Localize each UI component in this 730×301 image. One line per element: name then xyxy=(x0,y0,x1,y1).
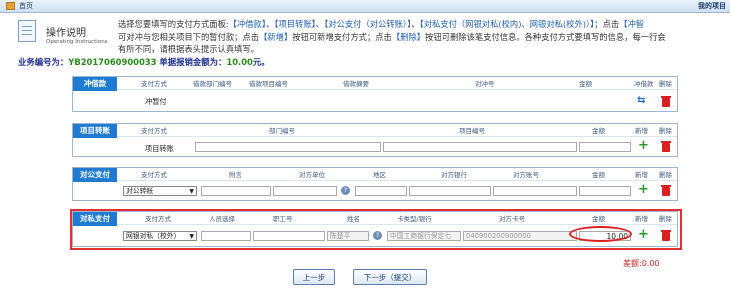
col-header: 借款项目编号 xyxy=(249,80,288,88)
home-tab[interactable]: 首页 xyxy=(6,1,33,11)
col-header: 借款部门编号 xyxy=(193,80,232,88)
col-header: 新增 xyxy=(635,171,648,179)
instruction-title: 操作说明 xyxy=(46,28,86,39)
document-icon xyxy=(18,20,36,42)
col-header: 新增 xyxy=(635,127,648,135)
loan-method: 冲暂付 xyxy=(145,97,167,106)
my-projects-link[interactable]: 我的项目 xyxy=(698,1,726,11)
delete-icon[interactable] xyxy=(661,141,671,152)
corporate-payment-section: 对公支付 支付方式 附言 对方单位 地区 对方银行 对方账号 金额 新增 删除 … xyxy=(72,167,678,201)
col-header: 对方账号 xyxy=(513,171,539,179)
prev-step-button[interactable]: 上一步 xyxy=(293,269,335,285)
account-input[interactable] xyxy=(493,186,577,196)
col-header: 对冲号 xyxy=(475,80,495,88)
instruction-text: 选择您要填写的支付方式面板:【冲借款】、【项目转账】、【对公支付（对公转账）】、… xyxy=(118,19,666,54)
corporate-section-label: 对公支付 xyxy=(73,168,117,182)
col-header: 附言 xyxy=(229,171,242,179)
col-header: 部门编号 xyxy=(269,127,295,135)
col-header: 借款摘要 xyxy=(343,80,369,88)
business-info: 业务编号为：YB2017060900033 单据报销金额为：10.00元。 xyxy=(18,57,270,67)
amount-input[interactable] xyxy=(579,186,631,196)
bank-input[interactable] xyxy=(409,186,491,196)
home-label: 首页 xyxy=(19,2,33,10)
project-number-input[interactable] xyxy=(383,142,577,152)
add-icon[interactable]: + xyxy=(638,139,649,152)
col-header: 金额 xyxy=(579,80,592,88)
col-header: 支付方式 xyxy=(141,127,167,135)
col-header: 支付方式 xyxy=(141,80,167,88)
col-header: 地区 xyxy=(373,171,386,179)
col-header: 删除 xyxy=(659,80,672,88)
reimburse-amount: 10.00 xyxy=(226,57,253,67)
offset-icon[interactable]: ⇆ xyxy=(637,96,645,106)
counterparty-unit-input[interactable] xyxy=(273,186,337,196)
difference-label: 差额:0.00 xyxy=(623,259,660,268)
top-bar: 首页 我的项目 xyxy=(0,0,730,13)
project-method: 项目转账 xyxy=(145,144,174,153)
payment-method-select[interactable]: 对公转帐 ▼ xyxy=(123,186,197,196)
memo-input[interactable] xyxy=(201,186,271,196)
dept-number-input[interactable] xyxy=(195,142,381,152)
home-icon xyxy=(6,2,15,10)
col-header: 对方银行 xyxy=(441,171,467,179)
loan-offset-section: 冲借款 支付方式 借款部门编号 借款项目编号 借款摘要 对冲号 金额 冲借款 删… xyxy=(72,76,678,112)
loan-section-label: 冲借款 xyxy=(73,77,117,91)
delete-icon[interactable] xyxy=(661,96,671,107)
col-header: 删除 xyxy=(659,171,672,179)
instruction-subtitle: Operating Instructions xyxy=(46,39,108,45)
project-section-label: 项目转账 xyxy=(73,124,117,138)
col-header: 冲借款 xyxy=(634,80,654,88)
amount-highlight-oval xyxy=(569,226,632,242)
col-header: 对方单位 xyxy=(299,171,325,179)
delete-icon[interactable] xyxy=(661,185,671,196)
col-header: 金额 xyxy=(592,127,605,135)
instruction-panel: 操作说明 Operating Instructions xyxy=(18,18,118,56)
help-icon[interactable]: ? xyxy=(341,186,350,195)
col-header: 支付方式 xyxy=(141,171,167,179)
col-header: 项目编号 xyxy=(459,127,485,135)
col-header: 删除 xyxy=(659,127,672,135)
project-transfer-section: 项目转账 支付方式 部门编号 项目编号 金额 新增 删除 项目转账 + xyxy=(72,123,678,157)
add-icon[interactable]: + xyxy=(638,183,649,196)
business-id: YB2017060900033 xyxy=(68,57,157,67)
col-header: 金额 xyxy=(592,171,605,179)
amount-input[interactable] xyxy=(579,142,631,152)
next-step-submit-button[interactable]: 下一步（提交） xyxy=(353,269,427,285)
region-input[interactable] xyxy=(355,186,407,196)
